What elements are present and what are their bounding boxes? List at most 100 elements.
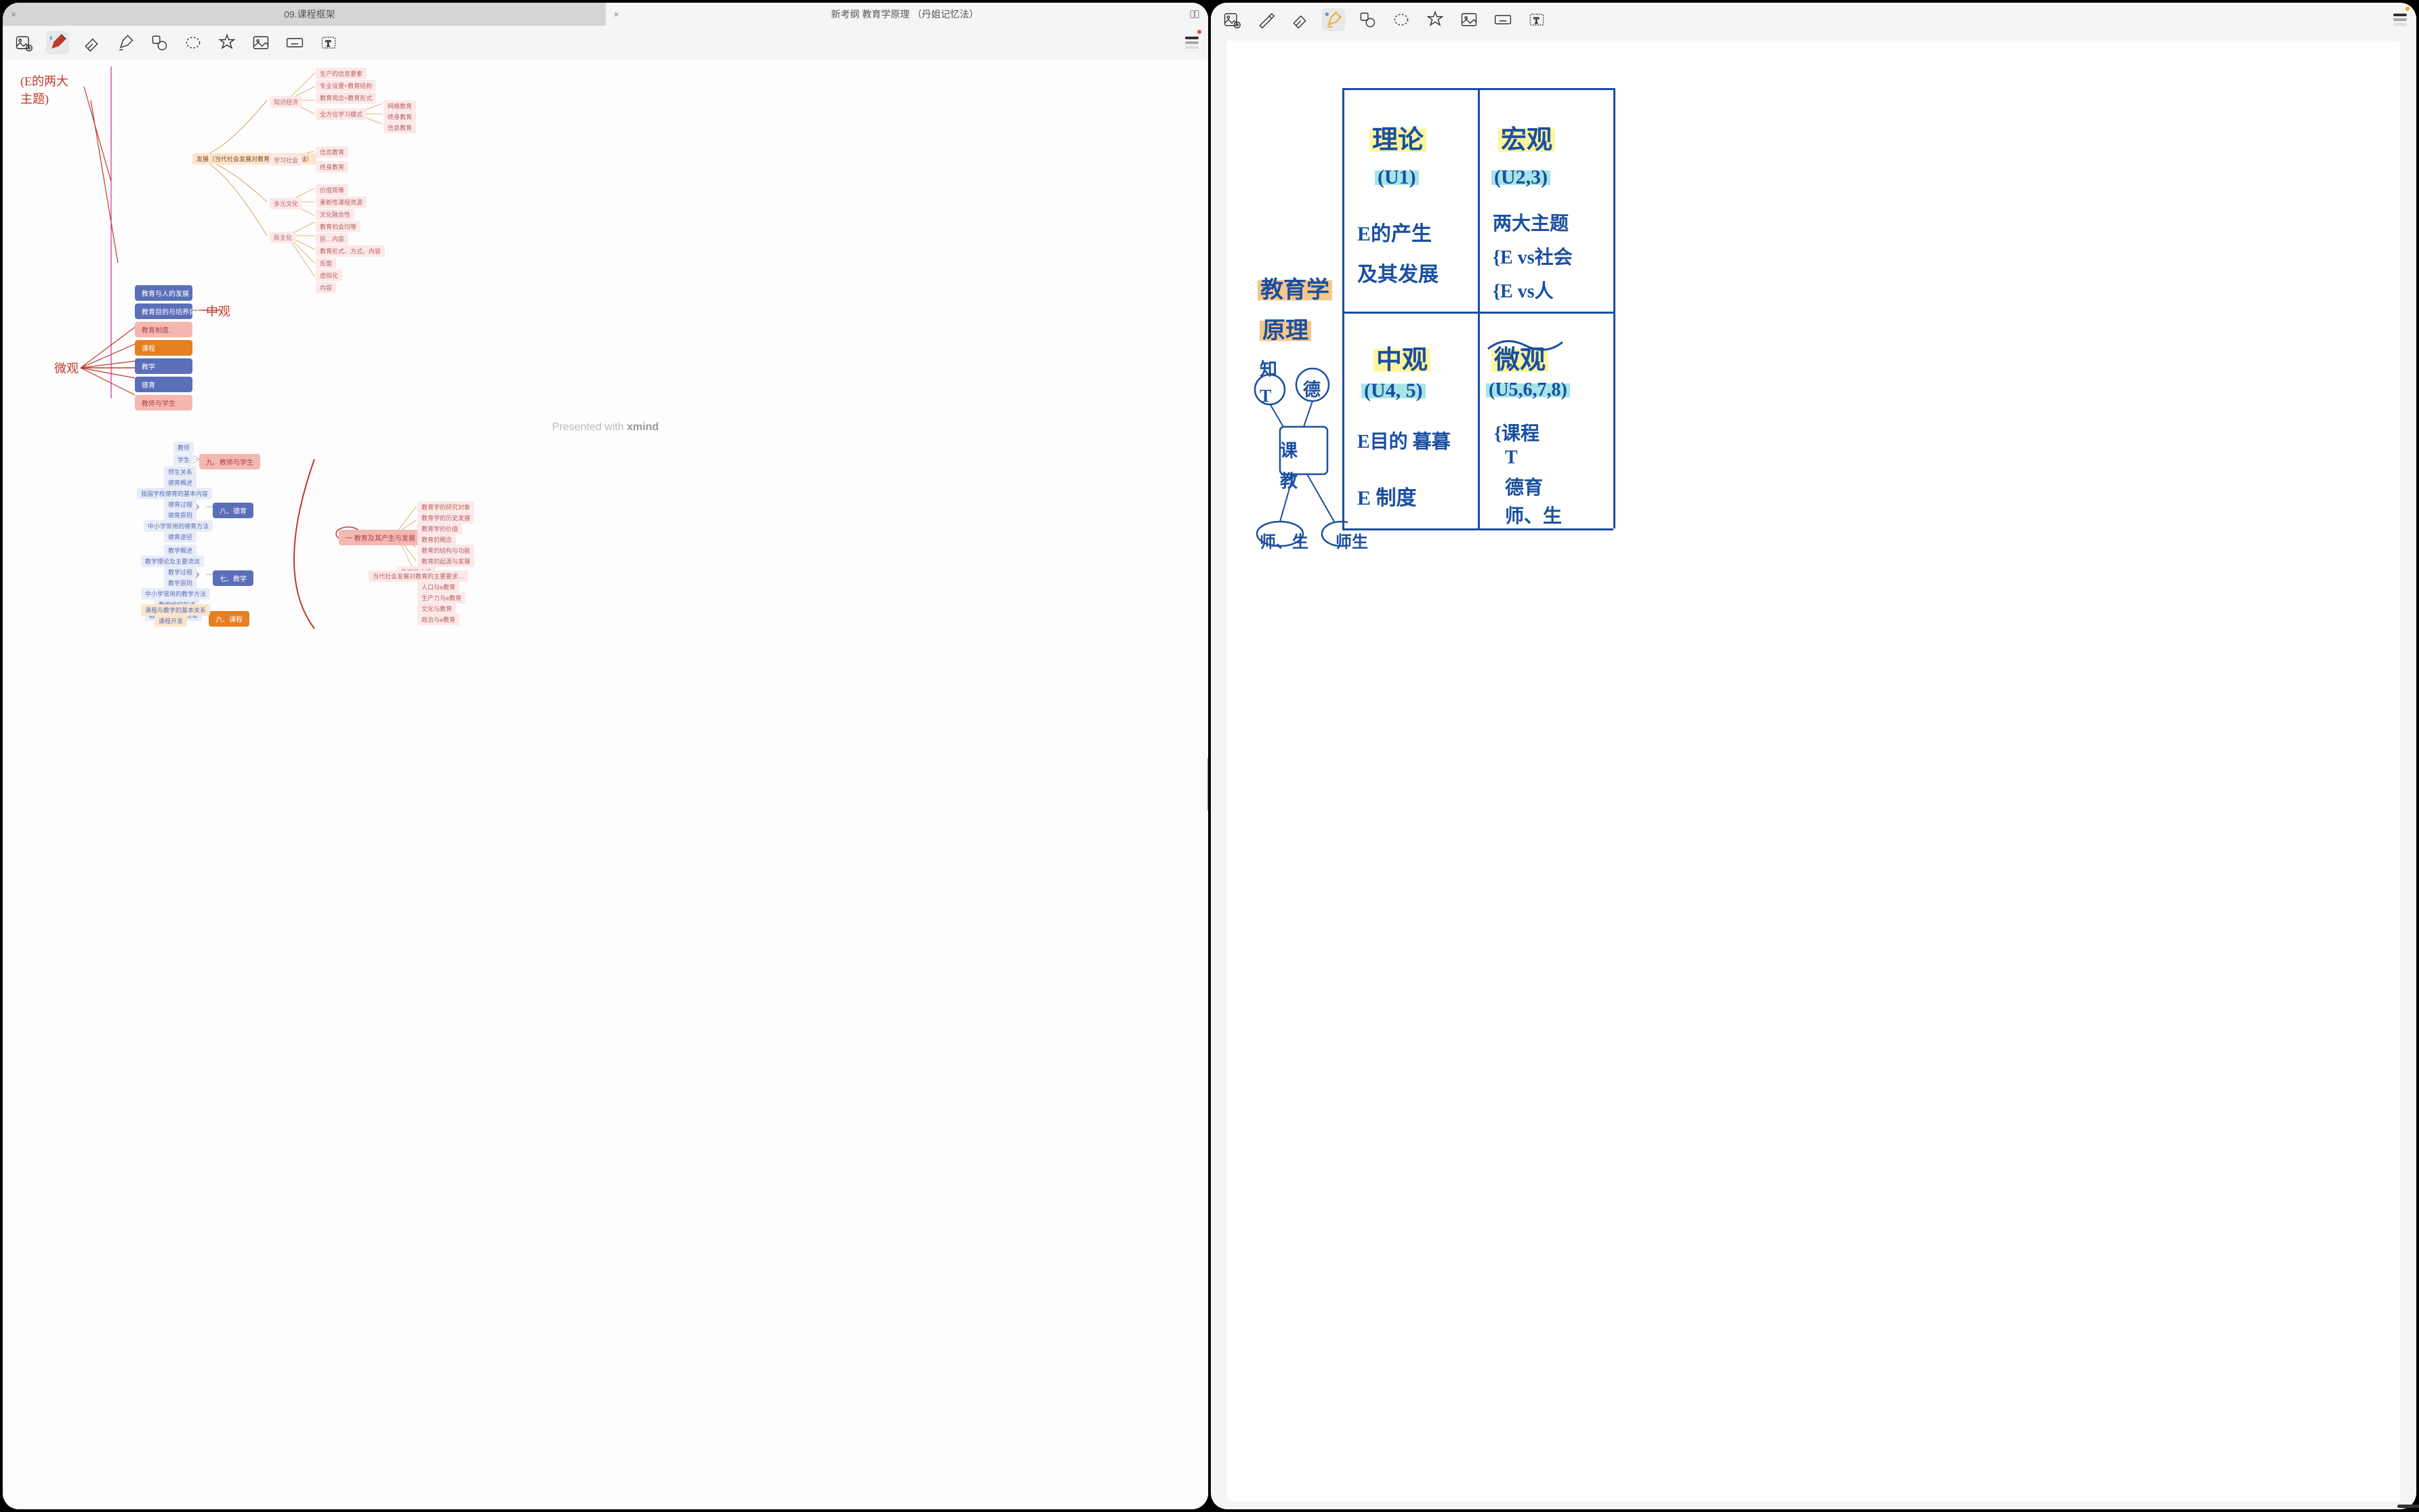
cell-title: 中观 <box>1373 339 1430 376</box>
cell-unit: (U2,3) <box>1491 166 1550 189</box>
split-view-icon[interactable] <box>1189 9 1200 20</box>
mindmap-top: (E的两大 主题) 中观 微观 发展（当代社会发展对教育的要求和挑战） 知识经济… <box>3 60 1208 439</box>
mm-leaf: 当代社会发展对教育的主要要求… <box>369 570 468 582</box>
text-tool[interactable]: T <box>1525 8 1548 31</box>
svg-text:T: T <box>326 39 331 48</box>
mm-node: 民主化 <box>270 232 296 243</box>
tab-title: 新考纲 教育学原理 （丹姐记忆法） <box>625 7 1185 21</box>
eraser-tool[interactable] <box>80 31 103 54</box>
mm-leaf: 教学理论及主要流派 <box>141 555 204 567</box>
mm-leaf: 教育的起源与发展 <box>417 555 474 567</box>
annotation-meso: 中观 <box>206 302 230 320</box>
side-title: 教育学 <box>1258 271 1332 304</box>
sticker-tool[interactable] <box>1424 8 1447 31</box>
tab-edu-principles[interactable]: × 新考纲 教育学原理 （丹姐记忆法） <box>606 3 1209 26</box>
mm-leaf: 终身教育 <box>316 161 348 173</box>
grid-line <box>1478 88 1480 528</box>
tab-title: 09.课程框架 <box>22 7 597 21</box>
mm-leaf: 虚拟化 <box>316 270 342 281</box>
split-divider-handle[interactable] <box>1207 757 1208 812</box>
mm-node: 教育制度.. <box>135 322 192 337</box>
mm-node: 教育与人的发展 <box>135 285 192 301</box>
mm-leaf: 民…内容 <box>316 233 348 245</box>
lasso-tool[interactable] <box>182 31 205 54</box>
cell-line: E 制度 <box>1357 481 1417 511</box>
cell-line: T <box>1505 447 1518 469</box>
mm-leaf: 中小学常用的教学方法 <box>141 588 210 600</box>
mm-leaf: 政治与e教育 <box>417 614 459 625</box>
mm-leaf: 教学概述 <box>164 545 197 556</box>
mm-leaf: 教师 <box>173 442 194 453</box>
keyboard-tool[interactable] <box>1491 8 1514 31</box>
close-icon[interactable]: × <box>614 9 619 20</box>
pen-tool[interactable] <box>1254 8 1277 31</box>
insert-tool[interactable] <box>12 31 35 54</box>
cell-title: 宏观 <box>1498 119 1555 156</box>
left-pane: × 09.课程框架 × 新考纲 教育学原理 （丹姐记忆法） T <box>3 3 1208 1509</box>
mm-leaf: 教育观念+教育形式 <box>316 92 376 104</box>
mm-leaf: 反面 <box>316 257 336 269</box>
insert-tool[interactable] <box>1220 8 1243 31</box>
xmind-watermark: Presented with xmind <box>3 421 1208 434</box>
cell-line: {E vs社会 <box>1493 243 1573 270</box>
right-toolbar: T <box>1211 3 2416 37</box>
cell-unit: (U1) <box>1375 166 1419 189</box>
mm-leaf: 终身教育 <box>384 111 416 123</box>
eraser-tool[interactable] <box>1288 8 1311 31</box>
mm-node: 德育 <box>135 377 192 392</box>
mm-leaf: 重新性课程资源 <box>316 196 367 208</box>
mm-node: 六、课程 <box>209 611 249 627</box>
more-menu[interactable] <box>2384 8 2407 31</box>
mm-leaf: 学生 <box>173 454 194 465</box>
mm-node: 九、教师与学生 <box>199 454 260 469</box>
right-canvas[interactable]: 教育学 原理 知 T 德 课 教 师、生 师生 理论 (U1) E的产生 及其发… <box>1227 41 2400 1501</box>
mm-leaf: 生产的信息要素 <box>316 68 367 79</box>
text-tool[interactable]: T <box>317 31 340 54</box>
sticker-tool[interactable] <box>215 31 239 54</box>
shape-tool[interactable] <box>1356 8 1379 31</box>
mm-node: 教学 <box>135 358 192 374</box>
mm-leaf: 生产力与e教育 <box>417 592 466 604</box>
mm-node: 八、德育 <box>213 503 253 518</box>
svg-text:T: T <box>1534 16 1539 25</box>
cell-line: E的产生 <box>1357 217 1432 247</box>
mm-leaf: 文化与教育 <box>417 603 456 614</box>
tab-course-framework[interactable]: × 09.课程框架 <box>3 3 606 26</box>
image-tool[interactable] <box>249 31 272 54</box>
tabs-bar: × 09.课程框架 × 新考纲 教育学原理 （丹姐记忆法） <box>3 3 1208 26</box>
mm-leaf: 我国学校德育的基本内容 <box>137 488 212 499</box>
cell-line: {E vs人 <box>1493 276 1554 303</box>
keyboard-tool[interactable] <box>283 31 306 54</box>
close-icon[interactable]: × <box>11 9 16 20</box>
mm-leaf: 教育形式、方式、内容 <box>316 245 385 257</box>
mm-leaf: 内容 <box>316 282 336 293</box>
mm-node: 教师与学生 <box>135 395 192 411</box>
mm-leaf: 信息教育 <box>316 146 348 158</box>
shape-tool[interactable] <box>148 31 171 54</box>
right-pane: T 教育学 原理 知 T 德 课 教 师、生 师生 <box>1211 3 2416 1509</box>
mm-node: 知识经济 <box>270 96 302 108</box>
mm-leaf: 教育学的研究对象 <box>417 501 474 513</box>
highlighter-tool[interactable] <box>114 31 137 54</box>
mm-node: 七、教学 <box>213 570 253 586</box>
mm-leaf: 课程开发 <box>154 615 187 627</box>
pen-tool[interactable] <box>46 31 69 54</box>
cell-line: 两大主题 <box>1493 209 1569 236</box>
mm-leaf: 文化融合性 <box>316 209 354 220</box>
grid-line <box>1342 528 1613 530</box>
cell-line: 德育 <box>1505 473 1543 500</box>
mm-leaf: 教育学的价值 <box>417 523 462 534</box>
image-tool[interactable] <box>1457 8 1481 31</box>
mm-leaf: 德育原则 <box>164 509 197 521</box>
mm-leaf: 师生关系 <box>164 466 197 478</box>
lasso-tool[interactable] <box>1390 8 1413 31</box>
mm-leaf: 网络教育 <box>384 100 416 112</box>
highlighter-tool[interactable] <box>1322 8 1345 31</box>
mm-node: 教育目的与培养目标 <box>135 303 192 319</box>
mm-leaf: 人口与e教育 <box>417 581 459 593</box>
left-canvas[interactable]: (E的两大 主题) 中观 微观 发展（当代社会发展对教育的要求和挑战） 知识经济… <box>3 60 1208 1509</box>
mm-leaf: 教学过程 <box>164 566 197 578</box>
more-menu[interactable] <box>1176 31 1199 54</box>
cell-unit: (U5,6,7,8) <box>1486 379 1570 401</box>
mm-leaf: 课程与教学的基本关系 <box>141 604 210 616</box>
